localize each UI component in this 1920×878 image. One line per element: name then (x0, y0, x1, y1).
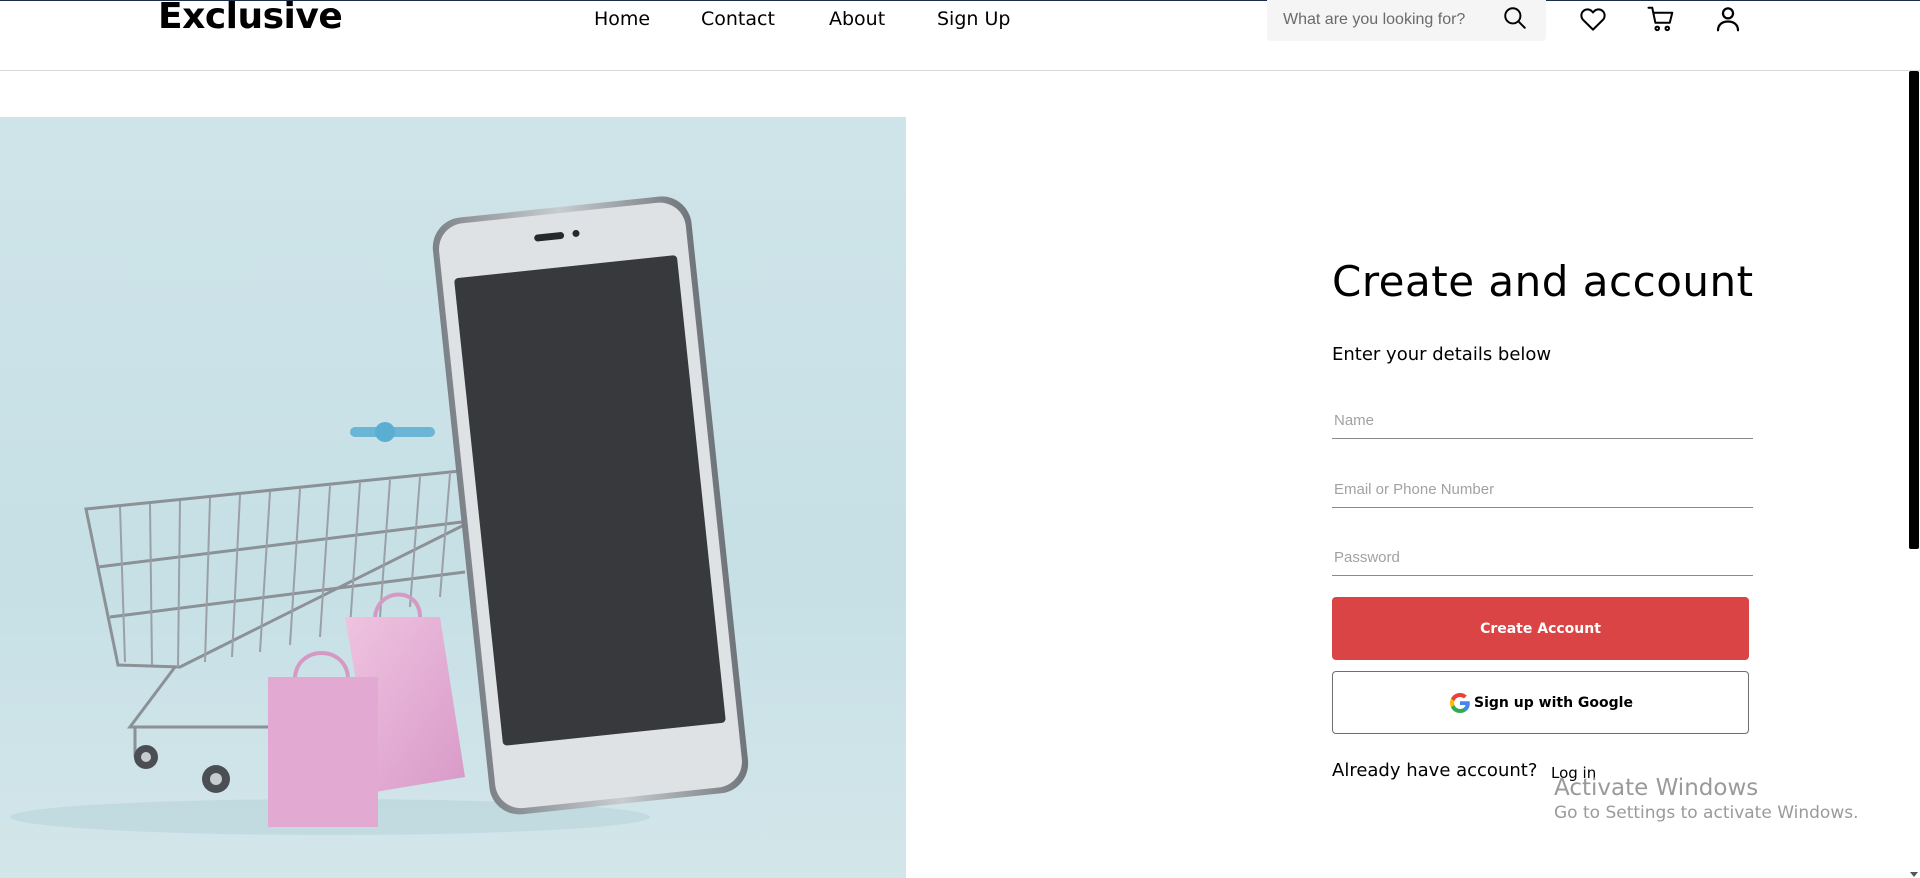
email-field[interactable] (1332, 472, 1753, 508)
google-signup-button[interactable]: Sign up with Google (1332, 671, 1749, 734)
windows-activation-watermark: Activate Windows Go to Settings to activ… (1554, 775, 1859, 823)
site-header: Exclusive Home Contact About Sign Up (0, 0, 1920, 71)
scroll-down-arrow-icon[interactable] (1910, 872, 1918, 877)
cart-icon[interactable] (1646, 4, 1676, 34)
nav-home[interactable]: Home (594, 8, 650, 30)
search-bar (1267, 0, 1546, 41)
nav-sign-up[interactable]: Sign Up (937, 8, 1010, 30)
name-field[interactable] (1332, 403, 1753, 439)
page-title: Create and account (1332, 257, 1754, 306)
create-account-button[interactable]: Create Account (1332, 597, 1749, 660)
scrollbar-thumb[interactable] (1909, 71, 1919, 549)
search-icon[interactable] (1502, 5, 1528, 31)
google-icon (1450, 692, 1470, 713)
nav-contact[interactable]: Contact (701, 8, 775, 30)
nav-about[interactable]: About (829, 8, 885, 30)
google-button-label: Sign up with Google (1474, 694, 1633, 711)
form-subtitle: Enter your details below (1332, 344, 1552, 365)
hero-image (0, 117, 906, 878)
heart-icon[interactable] (1578, 4, 1608, 34)
page-scrollbar[interactable] (1908, 71, 1920, 878)
watermark-title: Activate Windows (1554, 775, 1759, 801)
password-field[interactable] (1332, 540, 1753, 576)
search-input[interactable] (1281, 6, 1505, 34)
user-icon[interactable] (1713, 4, 1743, 34)
watermark-subtitle: Go to Settings to activate Windows. (1554, 803, 1859, 823)
site-logo[interactable]: Exclusive (158, 0, 343, 37)
shopping-cart-phone-illustration (10, 196, 749, 835)
already-have-account-text: Already have account? (1332, 760, 1538, 781)
